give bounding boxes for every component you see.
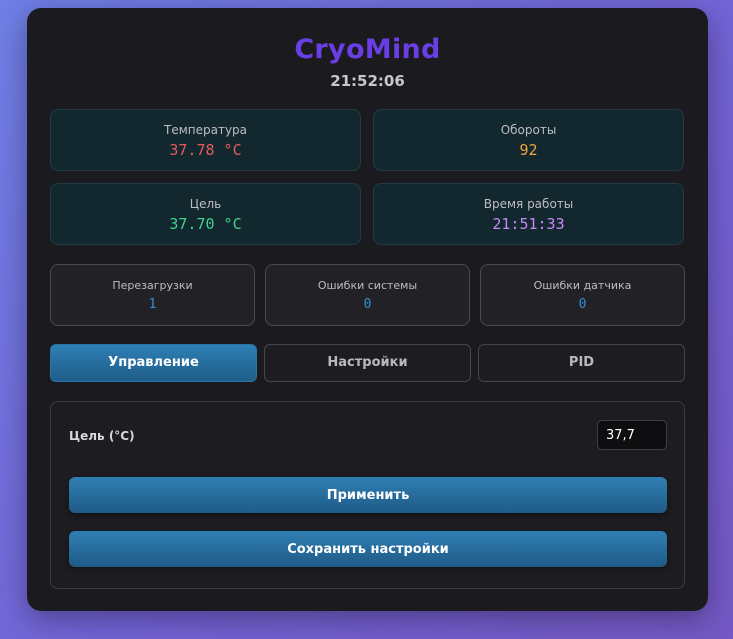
temperature-card: Температура 37.78 °C bbox=[50, 109, 361, 171]
reboots-value: 1 bbox=[148, 297, 157, 312]
tab-settings[interactable]: Настройки bbox=[264, 344, 471, 382]
save-settings-button[interactable]: Сохранить настройки bbox=[69, 531, 667, 567]
control-section: Цель (°C) Применить Сохранить настройки bbox=[50, 401, 685, 589]
uptime-label: Время работы bbox=[483, 197, 574, 211]
apply-button[interactable]: Применить bbox=[69, 477, 667, 513]
sensor-errors-value: 0 bbox=[578, 297, 587, 312]
target-card: Цель 37.70 °C bbox=[50, 183, 361, 245]
uptime-card: Время работы 21:51:33 bbox=[373, 183, 684, 245]
system-errors-value: 0 bbox=[363, 297, 372, 312]
sensor-errors-card: Ошибки датчика 0 bbox=[480, 264, 685, 326]
target-field-label: Цель (°C) bbox=[69, 429, 135, 443]
rpm-card: Обороты 92 bbox=[373, 109, 684, 171]
temperature-value: 37.78 °C bbox=[169, 141, 242, 159]
rpm-value: 92 bbox=[519, 141, 538, 159]
app-title: CryoMind bbox=[294, 34, 441, 65]
tab-control[interactable]: Управление bbox=[50, 344, 257, 382]
main-panel: CryoMind 21:52:06 Температура 37.78 °C О… bbox=[27, 8, 708, 611]
reboots-card: Перезагрузки 1 bbox=[50, 264, 255, 326]
tab-pid[interactable]: PID bbox=[478, 344, 685, 382]
reboots-label: Перезагрузки bbox=[112, 279, 193, 292]
target-value: 37.70 °C bbox=[169, 215, 242, 233]
current-time: 21:52:06 bbox=[330, 72, 405, 90]
target-label: Цель bbox=[189, 197, 222, 211]
target-input[interactable] bbox=[597, 420, 667, 450]
sensor-errors-label: Ошибки датчика bbox=[533, 279, 632, 292]
uptime-value: 21:51:33 bbox=[492, 215, 565, 233]
temperature-label: Температура bbox=[163, 123, 248, 137]
rpm-label: Обороты bbox=[500, 123, 557, 137]
system-errors-card: Ошибки системы 0 bbox=[265, 264, 470, 326]
system-errors-label: Ошибки системы bbox=[317, 279, 418, 292]
